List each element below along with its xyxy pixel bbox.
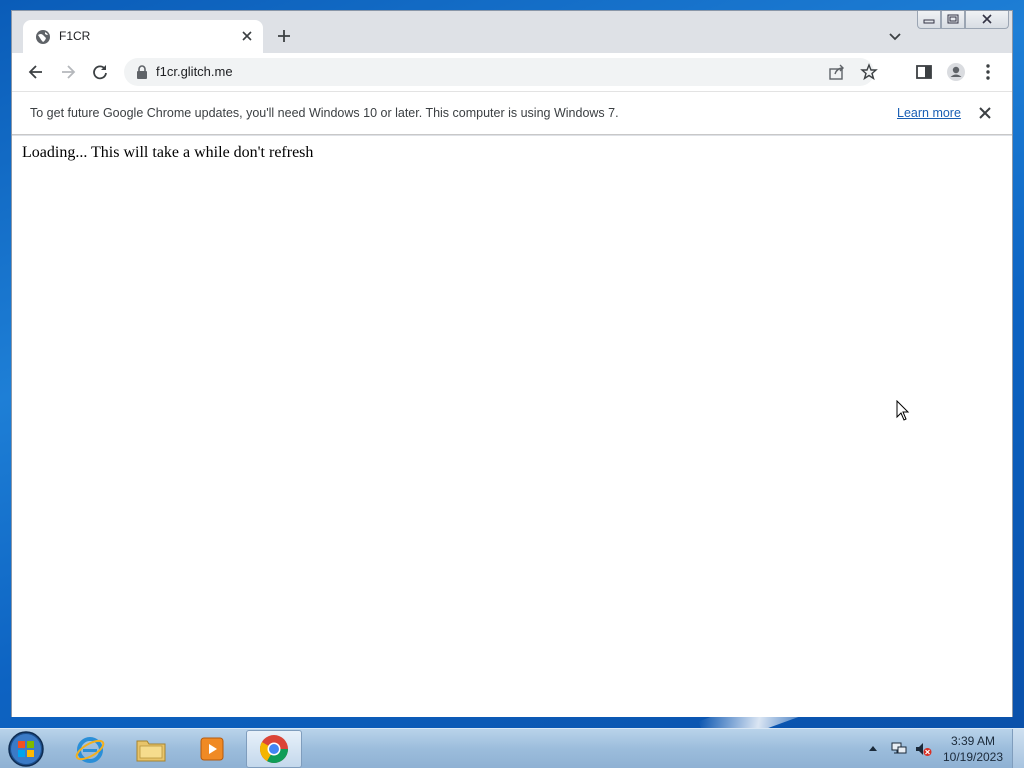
clock-date: 10/19/2023	[942, 750, 1004, 764]
share-icon[interactable]	[828, 63, 846, 81]
profile-avatar-icon[interactable]	[946, 62, 966, 82]
infobar-message: To get future Google Chrome updates, you…	[30, 106, 619, 120]
volume-muted-icon[interactable]	[914, 741, 932, 757]
taskbar-clock[interactable]: 3:39 AM 10/19/2023	[940, 733, 1006, 765]
taskbar-media-player[interactable]	[184, 730, 240, 768]
close-icon	[982, 14, 992, 24]
tab-title: F1CR	[59, 29, 91, 43]
forward-arrow-icon[interactable]	[58, 62, 78, 82]
windows-taskbar: 3:39 AM 10/19/2023	[0, 728, 1024, 768]
minimize-icon	[923, 19, 935, 24]
restore-icon	[947, 14, 959, 24]
maximize-button[interactable]	[941, 11, 965, 29]
show-desktop-button[interactable]	[1012, 729, 1024, 768]
mouse-cursor-icon	[896, 400, 910, 421]
chrome-window: F1CR f1cr.glitch.me To get future Google…	[11, 10, 1013, 717]
folder-icon	[136, 740, 166, 762]
url-text[interactable]: f1cr.glitch.me	[156, 64, 233, 79]
taskbar-internet-explorer[interactable]	[62, 730, 118, 768]
tab-strip: F1CR	[12, 11, 1012, 53]
loading-message: Loading... This will take a while don't …	[22, 144, 314, 161]
tab-close-icon[interactable]	[239, 28, 255, 44]
taskbar-file-explorer[interactable]	[123, 730, 179, 768]
page-content: Loading... This will take a while don't …	[12, 136, 1012, 717]
browser-tab[interactable]: F1CR	[23, 20, 263, 53]
kebab-menu-icon[interactable]	[978, 62, 998, 82]
back-arrow-icon[interactable]	[26, 62, 46, 82]
bookmark-star-icon[interactable]	[860, 63, 878, 81]
media-player-icon	[200, 737, 224, 761]
globe-icon	[36, 30, 50, 44]
close-window-button[interactable]	[965, 11, 1009, 29]
infobar-close-icon[interactable]	[978, 106, 992, 120]
minimize-button[interactable]	[917, 11, 941, 29]
side-panel-icon[interactable]	[914, 62, 934, 82]
clock-time: 3:39 AM	[950, 734, 996, 748]
update-infobar: To get future Google Chrome updates, you…	[12, 91, 1012, 135]
internet-explorer-icon	[75, 737, 105, 763]
reload-icon[interactable]	[90, 62, 110, 82]
new-tab-plus-icon[interactable]	[275, 27, 293, 45]
address-bar[interactable]: f1cr.glitch.me	[124, 58, 878, 86]
lock-icon[interactable]	[136, 65, 148, 79]
start-orb-icon[interactable]	[6, 730, 46, 768]
learn-more-link[interactable]: Learn more	[897, 106, 961, 120]
network-icon[interactable]	[890, 741, 908, 757]
tab-search-chevron-icon[interactable]	[887, 29, 903, 45]
browser-toolbar: f1cr.glitch.me	[12, 53, 1012, 91]
taskbar-google-chrome[interactable]	[246, 730, 302, 768]
tray-expand-arrow-icon[interactable]	[868, 744, 878, 752]
chrome-icon	[260, 735, 288, 763]
